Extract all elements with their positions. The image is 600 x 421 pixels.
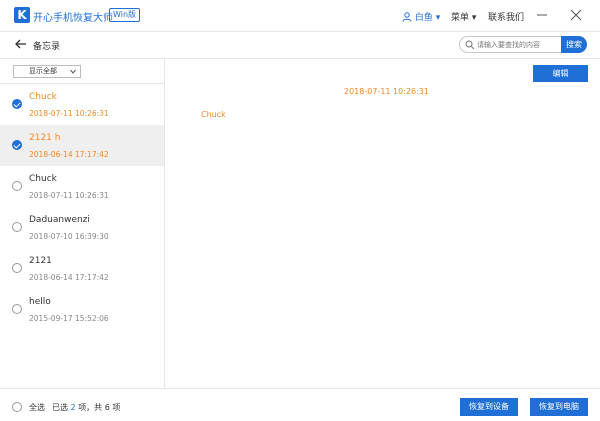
list-item-date: 2018-07-11 10:26:31: [29, 191, 109, 200]
radio-circle-icon[interactable]: [12, 222, 22, 232]
total-count: 6: [104, 403, 110, 412]
radio-circle-icon[interactable]: [12, 263, 22, 273]
user-name: 白鱼: [414, 13, 433, 23]
user-icon: [402, 12, 412, 22]
list-item-date: 2018-07-11 10:26:31: [29, 109, 109, 118]
list-item-date: 2018-06-14 17:17:42: [29, 273, 109, 282]
selection-summary: 已选 2 项，共 6 项: [52, 402, 120, 413]
restore-to-device-button[interactable]: 恢复到设备: [460, 398, 518, 416]
menu-label: 菜单: [451, 13, 470, 23]
radio-circle-icon[interactable]: [12, 304, 22, 314]
list-item[interactable]: Chuck 2018-07-11 10:26:31: [0, 84, 164, 125]
menu-button[interactable]: 菜单 ▾: [451, 10, 476, 23]
checked-circle-icon[interactable]: [12, 140, 22, 150]
list-item-title: 2121 h: [29, 133, 61, 143]
list-item-title: 2121: [29, 256, 52, 266]
list-item-date: 2015-09-17 15:52:06: [29, 314, 109, 323]
note-detail-panel: 编辑 2018-07-11 10:26:31 Chuck: [166, 58, 600, 388]
list-item[interactable]: 2121 h 2018-06-14 17:17:42: [0, 125, 164, 166]
minimize-icon: [537, 14, 547, 16]
list-item-title: hello: [29, 297, 51, 307]
select-all-label[interactable]: 全选: [29, 402, 45, 413]
list-item-date: 2018-06-14 17:17:42: [29, 150, 109, 159]
list-item[interactable]: 2121 2018-06-14 17:17:42: [0, 248, 164, 289]
chevron-down-icon: ▾: [471, 13, 477, 23]
list-item[interactable]: Daduanwenzi 2018-07-10 16:39:30: [0, 207, 164, 248]
selected-count: 2: [70, 403, 76, 412]
select-all-radio[interactable]: [12, 402, 22, 412]
list-item-title: Daduanwenzi: [29, 215, 90, 225]
close-icon: [570, 9, 582, 21]
selected-suffix: 项: [112, 403, 121, 412]
user-menu[interactable]: 白鱼 ▾: [402, 10, 440, 23]
close-button[interactable]: [567, 6, 585, 24]
app-logo: K: [14, 7, 30, 23]
radio-circle-icon[interactable]: [12, 181, 22, 191]
search-icon: [465, 40, 475, 50]
page-title: 备忘录: [33, 42, 61, 52]
list-item[interactable]: Chuck 2018-07-11 10:26:31: [0, 166, 164, 207]
title-bar: K 开心手机恢复大师 Win版 白鱼 ▾ 菜单 ▾ 联系我们: [0, 0, 600, 32]
checked-circle-icon[interactable]: [12, 99, 22, 109]
contact-link[interactable]: 联系我们: [488, 10, 524, 23]
filter-dropdown[interactable]: 显示全部: [13, 65, 81, 78]
edit-button[interactable]: 编辑: [533, 65, 588, 82]
list-item-title: Chuck: [29, 92, 57, 102]
app-title: 开心手机恢复大师: [33, 13, 113, 24]
back-button[interactable]: [14, 37, 28, 54]
search-button[interactable]: 搜索: [561, 36, 587, 53]
selected-mid: 项，共: [78, 403, 103, 412]
restore-to-pc-button[interactable]: 恢复到电脑: [530, 398, 588, 416]
page-header: 备忘录 搜索: [0, 32, 600, 56]
list-item-title: Chuck: [29, 174, 57, 184]
search-input[interactable]: [477, 39, 559, 51]
filter-label: 显示全部: [29, 67, 57, 75]
selected-prefix: 已选: [52, 403, 68, 412]
minimize-button[interactable]: [533, 6, 551, 24]
arrow-left-icon: [15, 39, 26, 49]
list-item[interactable]: hello 2015-09-17 15:52:06: [0, 289, 164, 330]
list-item-date: 2018-07-10 16:39:30: [29, 232, 109, 241]
note-list-panel: 显示全部 Chuck 2018-07-11 10:26:31 2121 h 2018-…: [0, 58, 165, 388]
chevron-down-icon: [70, 69, 76, 74]
note-date: 2018-07-11 10:26:31: [344, 87, 429, 96]
footer-bar: 全选 已选 2 项，共 6 项 恢复到设备 恢复到电脑: [0, 388, 600, 421]
chevron-down-icon: ▾: [435, 13, 441, 23]
note-body: Chuck: [201, 110, 226, 119]
search-box: [459, 36, 561, 53]
edition-badge: Win版: [109, 8, 141, 22]
